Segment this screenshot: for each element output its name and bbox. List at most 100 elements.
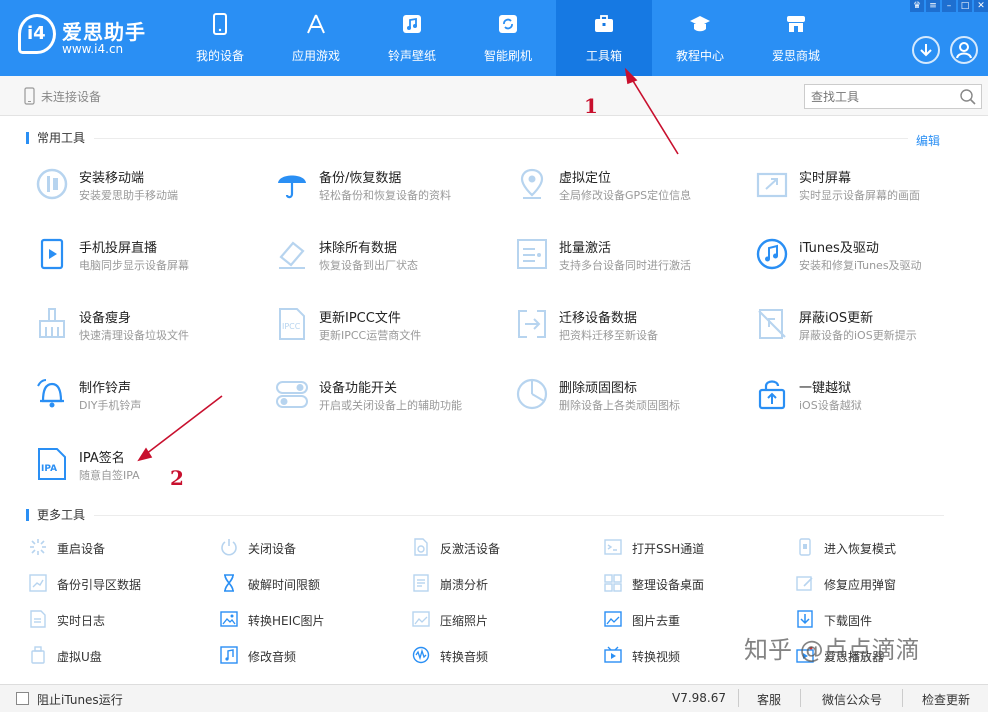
skin-icon[interactable]: ♛ [910, 0, 924, 12]
edit-link[interactable]: 编辑 [916, 132, 940, 149]
more-tool-name: 实时日志 [57, 614, 106, 628]
tool-realtime-screen[interactable]: 实时屏幕 实时显示设备屏幕的画面 [755, 167, 985, 217]
svg-text:IPCC: IPCC [282, 322, 301, 331]
location-pin-icon [520, 168, 544, 199]
tool-desc: 更新IPCC运营商文件 [319, 329, 422, 342]
nav-store[interactable]: 爱思商城 [748, 0, 844, 76]
more-tool-screen-time[interactable]: 破解时间限额 [220, 574, 400, 594]
tool-jailbreak[interactable]: 一键越狱 iOS设备越狱 [755, 377, 985, 427]
logo-url: www.i4.cn [62, 42, 124, 56]
heic-image-icon [220, 611, 238, 627]
more-tool-restart[interactable]: 重启设备 [29, 538, 209, 558]
deactivate-icon [414, 538, 428, 556]
tool-itunes-driver[interactable]: iTunes及驱动 安装和修复iTunes及驱动 [755, 237, 985, 287]
more-tool-name: 备份引导区数据 [57, 578, 142, 592]
itunes-icon [756, 238, 788, 270]
download-firmware-icon [797, 610, 813, 628]
nav-smart-flash[interactable]: 智能刷机 [460, 0, 556, 76]
more-tool-crash-analysis[interactable]: 崩溃分析 [412, 574, 592, 594]
backup-boot-icon [29, 574, 47, 592]
tool-feature-toggle[interactable]: 设备功能开关 开启或关闭设备上的辅助功能 [275, 377, 505, 427]
tool-name: 虚拟定位 [559, 171, 612, 186]
tool-name: 一键越狱 [799, 381, 852, 396]
more-tool-name: 图片去重 [632, 614, 681, 628]
tool-backup-restore[interactable]: 备份/恢复数据 轻松备份和恢复设备的资料 [275, 167, 505, 217]
more-tool-fix-popup[interactable]: 修复应用弹窗 [796, 574, 976, 594]
tool-name: 实时屏幕 [799, 171, 852, 186]
tool-device-slim[interactable]: 设备瘦身 快速清理设备垃圾文件 [35, 307, 265, 357]
tool-desc: 把资料迁移至新设备 [559, 329, 658, 342]
terminal-icon [604, 539, 622, 555]
more-tool-convert-audio[interactable]: 转换音频 [412, 646, 592, 666]
more-tool-name: 反激活设备 [440, 542, 501, 556]
more-tool-name: 下载固件 [824, 614, 873, 628]
audio-convert-icon [412, 646, 430, 664]
more-tool-convert-heic[interactable]: 转换HEIC图片 [220, 610, 400, 630]
more-tool-name: 转换视频 [632, 650, 681, 664]
more-tool-edit-audio[interactable]: 修改音频 [220, 646, 400, 666]
more-tool-realtime-log[interactable]: 实时日志 [29, 610, 209, 630]
device-status: 未连接设备 [24, 87, 101, 105]
nav-label: 爱思商城 [771, 49, 820, 63]
tool-delete-stubborn-icons[interactable]: 删除顽固图标 删除设备上各类顽固图标 [515, 377, 745, 427]
more-tool-deactivate[interactable]: 反激活设备 [412, 538, 592, 558]
nav-my-device[interactable]: 我的设备 [172, 0, 268, 76]
more-tool-name: 转换HEIC图片 [248, 614, 325, 628]
more-tool-name: 整理设备桌面 [632, 578, 705, 592]
maximize-icon[interactable]: □ [958, 0, 972, 12]
tool-name: 抹除所有数据 [319, 241, 398, 256]
more-tool-name: 打开SSH通道 [632, 542, 705, 556]
block-itunes-label: 阻止iTunes运行 [37, 693, 123, 707]
tool-ipa-sign[interactable]: IPA IPA签名 随意自签IPA [35, 447, 265, 497]
tool-update-ipcc[interactable]: IPCC 更新IPCC文件 更新IPCC运营商文件 [275, 307, 505, 357]
tool-name: 设备功能开关 [319, 381, 398, 396]
customer-service-link[interactable]: 客服 [757, 691, 781, 708]
more-tool-backup-boot[interactable]: 备份引导区数据 [29, 574, 209, 594]
nav-ringtones-wallpapers[interactable]: 铃声壁纸 [364, 0, 460, 76]
footer-bar: 阻止iTunes运行 V7.98.67 客服 微信公众号 检查更新 [0, 684, 988, 712]
tool-desc: 轻松备份和恢复设备的资料 [319, 189, 451, 202]
wechat-link[interactable]: 微信公众号 [822, 691, 882, 708]
divider [94, 138, 908, 139]
minimize-icon[interactable]: – [942, 0, 956, 12]
tool-install-mobile[interactable]: 安装移动端 安装爱思助手移动端 [35, 167, 265, 217]
block-itunes-checkbox[interactable] [16, 692, 29, 705]
more-tool-download-firmware[interactable]: 下载固件 [796, 610, 976, 630]
download-icon[interactable] [912, 36, 940, 64]
more-tool-recovery-mode[interactable]: 进入恢复模式 [796, 538, 976, 558]
tool-migrate-data[interactable]: 迁移设备数据 把资料迁移至新设备 [515, 307, 745, 357]
log-icon [30, 610, 46, 628]
migrate-icon [518, 310, 546, 338]
more-tool-dedupe-image[interactable]: 图片去重 [604, 610, 784, 630]
nav-toolbox[interactable]: 工具箱 [556, 0, 652, 76]
search-input[interactable] [805, 85, 955, 108]
tool-desc: 支持多台设备同时进行激活 [559, 259, 691, 272]
user-icon[interactable] [950, 36, 978, 64]
phone-outline-icon [24, 87, 35, 105]
more-tool-organize-desktop[interactable]: 整理设备桌面 [604, 574, 784, 594]
more-tool-ssh[interactable]: 打开SSH通道 [604, 538, 784, 558]
audio-edit-icon [220, 646, 238, 664]
tool-virtual-location[interactable]: 虚拟定位 全局修改设备GPS定位信息 [515, 167, 745, 217]
tool-block-ios-update[interactable]: 屏蔽iOS更新 屏蔽设备的iOS更新提示 [755, 307, 985, 357]
more-tool-name: 关闭设备 [248, 542, 297, 556]
close-icon[interactable]: ✕ [974, 0, 988, 12]
tool-make-ringtone[interactable]: 制作铃声 DIY手机铃声 [35, 377, 265, 427]
nav-apps-games[interactable]: 应用游戏 [268, 0, 364, 76]
more-tool-virtual-udisk[interactable]: 虚拟U盘 [29, 646, 209, 666]
more-tool-shutdown[interactable]: 关闭设备 [220, 538, 400, 558]
play-screen-icon [40, 238, 64, 270]
check-update-link[interactable]: 检查更新 [922, 691, 970, 708]
tool-erase-all[interactable]: 抹除所有数据 恢复设备到出厂状态 [275, 237, 505, 287]
restart-icon [30, 539, 46, 555]
tool-name: 设备瘦身 [79, 311, 132, 326]
tool-name: 更新IPCC文件 [319, 311, 401, 326]
nav-tutorials[interactable]: 教程中心 [652, 0, 748, 76]
tool-batch-activate[interactable]: 批量激活 支持多台设备同时进行激活 [515, 237, 745, 287]
more-tool-compress-photo[interactable]: 压缩照片 [412, 610, 592, 630]
search-icon[interactable] [959, 88, 977, 106]
more-tool-name: 修改音频 [248, 650, 297, 664]
tool-name: 删除顽固图标 [559, 381, 638, 396]
menu-icon[interactable]: ≡ [926, 0, 940, 12]
tool-screen-cast[interactable]: 手机投屏直播 电脑同步显示设备屏幕 [35, 237, 265, 287]
